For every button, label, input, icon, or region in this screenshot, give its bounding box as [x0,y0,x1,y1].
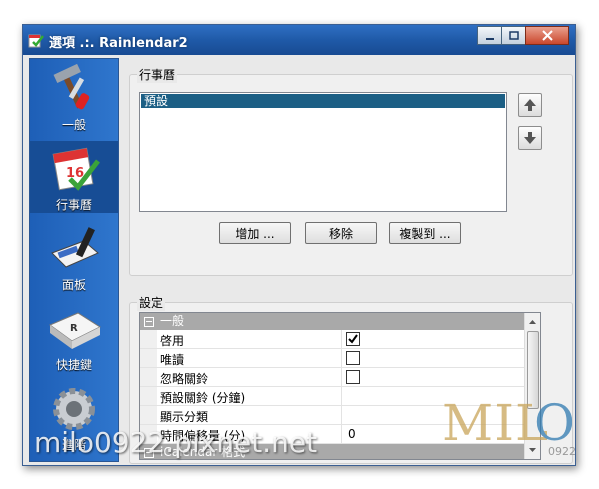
watermark-text: milo0922.pixnet.net [34,426,318,459]
svg-text:R: R [70,323,78,334]
milo-logo-mark: MIL O [442,394,575,452]
readonly-checkbox[interactable] [346,351,360,365]
maximize-button[interactable] [501,26,526,45]
milo-logo-subtext: 0922 [548,445,576,458]
scroll-up-icon[interactable] [525,315,540,329]
copy-calendar-button[interactable]: 複製到 ... [389,222,461,244]
sidebar-item-general[interactable]: 一般 [30,61,118,133]
ignore-alarms-checkbox[interactable] [346,370,360,384]
arrow-up-icon [524,99,536,111]
category-general[interactable]: 一般 [140,313,524,330]
property-name: 唯讀 [160,353,185,367]
title-bar[interactable]: 選項 .:. Rainlendar2 [23,25,575,55]
move-up-button[interactable] [518,93,542,117]
svg-text:O: O [534,398,572,446]
minimize-button[interactable] [477,26,502,45]
calendar-listbox[interactable]: 預設 [139,92,507,212]
sidebar-item-skin[interactable]: 面板 [30,221,118,293]
minimize-icon [485,37,494,40]
settings-group-title: 設定 [137,294,166,311]
close-icon [541,30,553,41]
arrow-down-icon [524,132,536,144]
panel-skin-icon [51,227,99,268]
calendar-check-icon: 16 [52,147,100,191]
property-name: 忽略關鈴 [160,372,209,386]
property-value[interactable]: 0 [348,427,356,441]
close-button[interactable] [525,26,569,45]
sidebar: 一般 16 行事曆 面板 R 快捷鍵 進階 [29,58,119,462]
property-row-readonly[interactable]: 唯讀 [140,349,524,368]
remove-calendar-button[interactable]: 移除 [305,222,377,244]
keyboard-key-icon: R [48,312,102,349]
sidebar-item-label: 一般 [61,118,86,132]
calendar-list-item[interactable]: 預設 [141,94,505,108]
collapse-icon[interactable] [144,317,154,327]
property-name: 啓用 [160,334,185,348]
maximize-icon [508,30,519,40]
sidebar-item-label: 行事曆 [55,198,92,212]
property-name: 預設關鈴 (分鐘) [160,391,246,405]
calendars-group-title: 行事曆 [137,66,178,83]
category-label: 一般 [160,314,185,328]
property-row-enabled[interactable]: 啓用 [140,330,524,349]
hammer-screwdriver-icon [53,63,90,110]
checkmark-icon [348,334,358,344]
enabled-checkbox[interactable] [346,332,360,346]
sidebar-item-calendars[interactable]: 16 行事曆 [30,141,118,213]
property-name: 顯示分類 [160,410,209,424]
add-calendar-button[interactable]: 增加 ... [219,222,291,244]
property-row-ignore-alarms[interactable]: 忽略關鈴 [140,368,524,387]
sidebar-item-label: 快捷鍵 [55,358,92,372]
sidebar-item-hotkeys[interactable]: R 快捷鍵 [30,301,118,373]
move-down-button[interactable] [518,126,542,150]
window-title: 選項 .:. Rainlendar2 [49,36,188,51]
rainlendar-app-icon [28,34,44,48]
sidebar-item-label: 面板 [61,278,86,292]
